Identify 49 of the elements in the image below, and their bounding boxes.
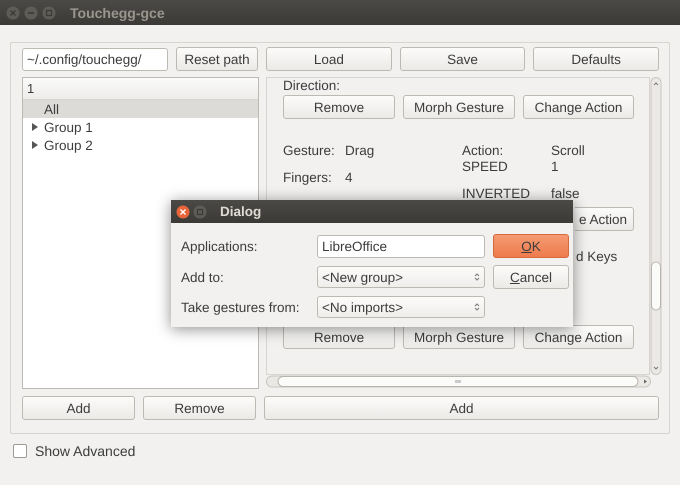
toolbar-button[interactable]: Load xyxy=(266,47,392,71)
toolbar-button[interactable]: Defaults xyxy=(533,47,660,71)
direction-label: Direction: xyxy=(283,78,342,93)
property-value: Drag xyxy=(345,142,376,160)
gesture-button[interactable]: Change Action xyxy=(523,325,634,349)
action-value: 1 xyxy=(551,158,560,176)
vertical-scrollbar[interactable] xyxy=(650,77,662,375)
maximize-icon[interactable] xyxy=(42,6,56,20)
action-value: Scroll xyxy=(551,142,586,160)
close-icon[interactable] xyxy=(176,204,190,218)
tree-item[interactable]: Group 2 xyxy=(23,136,258,154)
list-button[interactable]: Add xyxy=(22,396,135,420)
property-value: 4 xyxy=(345,169,354,187)
change-action-button[interactable]: e Action xyxy=(575,207,634,231)
combo-box[interactable]: <New group> xyxy=(317,266,485,288)
keys-label: d Keys xyxy=(576,249,618,264)
gesture-button[interactable]: Change Action xyxy=(523,95,634,119)
property-label: Fingers: xyxy=(283,169,333,187)
applications-field[interactable]: LibreOffice xyxy=(317,234,485,258)
gesture-button[interactable]: Morph Gesture xyxy=(403,325,515,349)
list-button[interactable]: Remove xyxy=(143,396,256,420)
dialog-button[interactable]: Cancel xyxy=(493,265,569,289)
action-label: Action: xyxy=(462,142,504,160)
toolbar-button[interactable]: Save xyxy=(400,47,526,71)
minimize-icon[interactable] xyxy=(24,6,38,20)
action-label: INVERTED xyxy=(462,185,532,203)
action-label: SPEED xyxy=(462,158,509,176)
field-label: Take gestures from: xyxy=(181,300,301,314)
add-button[interactable]: Add xyxy=(264,396,659,420)
action-value: false xyxy=(551,185,581,203)
expander-icon[interactable] xyxy=(31,141,38,149)
window-title: Touchegg-gce xyxy=(70,4,165,20)
toolbar-button[interactable]: Reset path xyxy=(176,47,258,71)
field-label: Applications: xyxy=(181,238,259,254)
expander-icon[interactable] xyxy=(31,123,38,131)
checkbox-label: Show Advanced xyxy=(35,443,136,459)
tree-item[interactable]: Group 1 xyxy=(23,118,258,136)
tree-item[interactable]: All xyxy=(23,100,258,118)
dialog-button[interactable]: OK xyxy=(493,234,569,258)
gesture-button[interactable]: Morph Gesture xyxy=(403,95,515,119)
property-label: Gesture: xyxy=(283,142,336,160)
gesture-button[interactable]: Remove xyxy=(283,325,395,349)
gesture-button[interactable]: Remove xyxy=(283,95,395,119)
dialog-title: Dialog xyxy=(220,204,262,219)
checkbox[interactable] xyxy=(13,444,27,458)
path-field[interactable]: ~/.config/touchegg/ xyxy=(22,48,168,70)
tree-header: 1 xyxy=(23,78,258,100)
combo-box[interactable]: <No imports> xyxy=(317,296,485,318)
field-label: Add to: xyxy=(181,270,225,284)
